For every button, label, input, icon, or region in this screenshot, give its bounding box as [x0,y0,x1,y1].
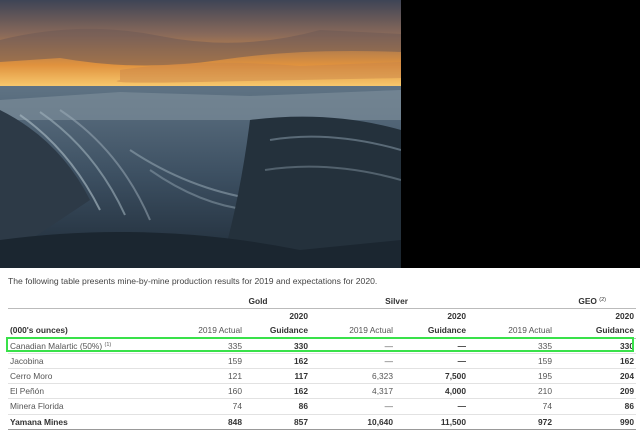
gold-guidance: 162 [244,353,310,369]
black-panel [401,0,640,268]
geo-guidance: 86 [554,398,636,415]
table-row: Jacobina 159 162 — — 159 162 [8,353,636,369]
hero-banner [0,0,640,268]
geo-year-header: 2020 [615,311,634,322]
gold-guidance: 86 [244,398,310,415]
gold-actual: 160 [168,383,244,400]
mine-name: Jacobina [8,353,168,369]
gold-actual-header: 2019 Actual [168,323,244,339]
silver-guidance: — [395,398,468,415]
gold-guidance: 117 [244,368,310,385]
table-row: Canadian Malartic (50%) (1) 335 330 — — … [8,338,636,354]
silver-year-header: 2020 [447,311,466,322]
table-year-header: 2020 2020 2020 [8,309,636,324]
mine-name: Canadian Malartic (50%) (1) [8,338,168,354]
gold-actual: 74 [168,398,244,415]
geo-actual: 195 [468,368,554,385]
silver-guidance-header: Guidance [395,323,468,339]
total-name: Yamana Mines [8,414,168,430]
geo-guidance: 162 [554,353,636,369]
silver-guidance: — [395,338,468,354]
silver-actual: — [310,353,395,369]
mine-name: Cerro Moro [8,368,168,385]
geo-actual-header: 2019 Actual [468,323,554,339]
unit-label: (000's ounces) [8,323,168,339]
gold-actual: 121 [168,368,244,385]
total-gold-actual: 848 [168,414,244,430]
gold-actual: 335 [168,338,244,354]
total-silver-actual: 10,640 [310,414,395,430]
silver-actual: 4,317 [310,383,395,400]
silver-actual: — [310,398,395,415]
geo-actual: 210 [468,383,554,400]
table-row: El Peñón 160 162 4,317 4,000 210 209 [8,383,636,400]
silver-actual: 6,323 [310,368,395,385]
geo-guidance-header: Guidance [554,323,636,339]
geo-actual: 159 [468,353,554,369]
mine-name: El Peñón [8,383,168,400]
total-gold-guidance: 857 [244,414,310,430]
gold-guidance: 330 [244,338,310,354]
production-table: Gold Silver GEO (2) 2020 2020 2020 (000'… [8,294,636,430]
gold-guidance: 162 [244,383,310,400]
open-pit-mine-photo [0,0,401,268]
geo-guidance: 330 [554,338,636,354]
total-geo-actual: 972 [468,414,554,430]
geo-guidance: 204 [554,368,636,385]
silver-guidance: — [395,353,468,369]
total-geo-guidance: 990 [554,414,636,430]
gold-guidance-header: Guidance [244,323,310,339]
geo-actual: 74 [468,398,554,415]
table-row: Cerro Moro 121 117 6,323 7,500 195 204 [8,368,636,385]
table-column-header: (000's ounces) 2019 Actual Guidance 2019… [8,323,636,339]
gold-actual: 159 [168,353,244,369]
silver-actual-header: 2019 Actual [310,323,395,339]
silver-guidance: 4,000 [395,383,468,400]
silver-guidance: 7,500 [395,368,468,385]
gold-year-header: 2020 [289,311,308,322]
geo-group-header: GEO (2) [468,294,636,310]
gold-group-header: Gold [168,294,310,310]
total-silver-guidance: 11,500 [395,414,468,430]
geo-guidance: 209 [554,383,636,400]
silver-group-header: Silver [310,294,468,310]
table-group-header: Gold Silver GEO (2) [8,294,636,310]
table-total-row: Yamana Mines 848 857 10,640 11,500 972 9… [8,414,636,430]
table-row: Minera Florida 74 86 — — 74 86 [8,398,636,415]
silver-actual: — [310,338,395,354]
mine-name: Minera Florida [8,398,168,415]
table-intro-text: The following table presents mine-by-min… [8,276,378,286]
geo-actual: 335 [468,338,554,354]
